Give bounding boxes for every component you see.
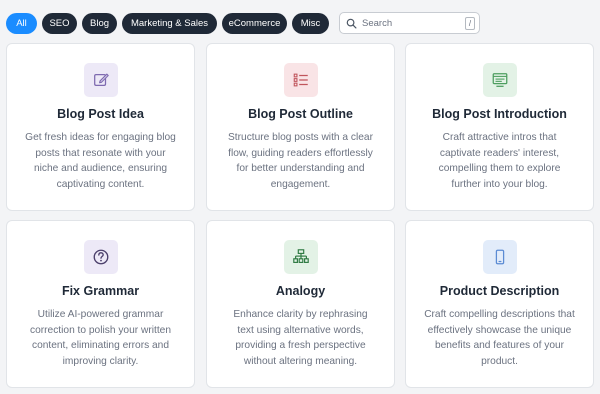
card-blog-post-outline[interactable]: Blog Post Outline Structure blog posts w… xyxy=(206,43,395,211)
search-box: / xyxy=(339,12,480,34)
sitemap-icon xyxy=(284,240,318,274)
card-title: Blog Post Outline xyxy=(248,107,353,121)
search-icon xyxy=(340,13,362,33)
filter-ecommerce-pill[interactable]: eCommerce xyxy=(222,12,287,34)
card-blog-post-introduction[interactable]: Blog Post Introduction Craft attractive … xyxy=(405,43,594,211)
search-input[interactable] xyxy=(362,14,465,32)
card-description: Craft compelling descriptions that effec… xyxy=(424,309,575,367)
card-title: Analogy xyxy=(275,284,326,298)
card-analogy[interactable]: Analogy Enhance clarity by rephrasing te… xyxy=(206,220,395,388)
card-description: Craft attractive intros that captivate r… xyxy=(438,132,561,190)
search-shortcut-key: / xyxy=(465,16,475,30)
card-title: Blog Post Introduction xyxy=(432,107,567,121)
filter-seo-pill[interactable]: SEO xyxy=(42,12,77,34)
filter-all-pill[interactable]: All xyxy=(6,12,37,34)
card-description: Structure blog posts with a clear flow, … xyxy=(228,132,373,190)
question-icon xyxy=(84,240,118,274)
card-title: Product Description xyxy=(439,284,560,298)
filter-blog-pill[interactable]: Blog xyxy=(82,12,117,34)
edit-icon xyxy=(84,63,118,97)
list-icon xyxy=(284,63,318,97)
card-description: Get fresh ideas for engaging blog posts … xyxy=(25,132,176,190)
card-description: Utilize AI-powered grammar correction to… xyxy=(30,309,171,367)
window-icon xyxy=(483,63,517,97)
filter-misc-pill[interactable]: Misc xyxy=(292,12,329,34)
mobile-icon xyxy=(483,240,517,274)
card-title: Fix Grammar xyxy=(61,284,140,298)
card-product-description[interactable]: Product Description Craft compelling des… xyxy=(405,220,594,388)
filter-marketing-sales-pill[interactable]: Marketing & Sales xyxy=(122,12,217,34)
card-title: Blog Post Idea xyxy=(57,107,144,121)
category-filter-bar: All SEO Blog Marketing & Sales eCommerce… xyxy=(6,12,594,34)
card-fix-grammar[interactable]: Fix Grammar Utilize AI-powered grammar c… xyxy=(6,220,195,388)
card-blog-post-idea[interactable]: Blog Post Idea Get fresh ideas for engag… xyxy=(6,43,195,211)
card-description: Enhance clarity by rephrasing text using… xyxy=(233,309,368,367)
